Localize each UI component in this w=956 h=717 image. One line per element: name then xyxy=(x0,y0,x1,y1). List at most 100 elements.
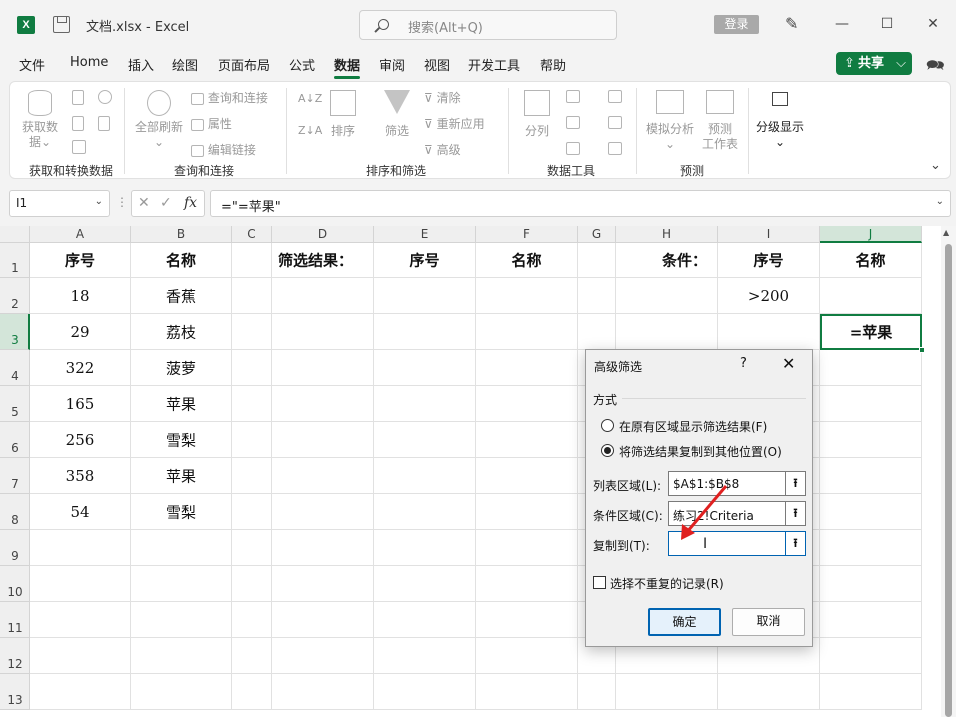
row-header-13[interactable]: 13 xyxy=(0,674,30,710)
cell-i13[interactable] xyxy=(718,674,820,710)
cell-c12[interactable] xyxy=(232,638,272,674)
cancel-icon[interactable]: ✕ xyxy=(138,195,150,211)
properties-button[interactable]: 属性 xyxy=(191,115,232,132)
cell-j6[interactable] xyxy=(820,422,922,458)
cell-f12[interactable] xyxy=(476,638,578,674)
menu-help[interactable]: 帮助 xyxy=(540,55,566,74)
designer-pen-icon[interactable]: ✎ xyxy=(785,15,803,33)
cell-h1[interactable]: 条件： xyxy=(616,243,718,278)
confirm-icon[interactable]: ✓ xyxy=(160,195,172,211)
formula-bar-dots-icon[interactable]: ⋮ xyxy=(116,195,128,209)
row-header-4[interactable]: 4 xyxy=(0,350,30,386)
cell-j1[interactable]: 名称 xyxy=(820,243,922,278)
cell-b3[interactable]: 荔枝 xyxy=(131,314,232,350)
cell-a4[interactable]: 322 xyxy=(30,350,131,386)
cell-d12[interactable] xyxy=(272,638,374,674)
row-header-12[interactable]: 12 xyxy=(0,638,30,674)
scroll-up-icon[interactable]: ▲ xyxy=(943,228,949,237)
cell-f13[interactable] xyxy=(476,674,578,710)
cell-a7[interactable]: 358 xyxy=(30,458,131,494)
fill-handle[interactable] xyxy=(919,347,925,353)
data-validation-icon[interactable] xyxy=(566,142,580,158)
cell-b2[interactable]: 香蕉 xyxy=(131,278,232,314)
row-header-6[interactable]: 6 xyxy=(0,422,30,458)
column-header-e[interactable]: E xyxy=(374,226,476,243)
list-range-collapse-icon[interactable]: ⭱ xyxy=(785,471,806,496)
maximize-button[interactable]: ☐ xyxy=(875,12,899,36)
cell-c1[interactable] xyxy=(232,243,272,278)
menu-formulas[interactable]: 公式 xyxy=(289,55,315,74)
cell-j12[interactable] xyxy=(820,638,922,674)
cell-f1[interactable]: 名称 xyxy=(476,243,578,278)
comments-icon[interactable]: 🗪 xyxy=(926,55,945,74)
cell-f8[interactable] xyxy=(476,494,578,530)
list-range-input[interactable]: $A$1:$B$8 xyxy=(668,471,786,496)
column-header-h[interactable]: H xyxy=(616,226,718,243)
cell-c13[interactable] xyxy=(232,674,272,710)
outline-button[interactable]: 分级显示 ⌄ xyxy=(752,90,808,150)
menu-file[interactable]: 文件 xyxy=(19,55,45,74)
help-button[interactable]: ? xyxy=(740,356,747,371)
radio-copy-to-location[interactable] xyxy=(601,444,614,457)
cell-e10[interactable] xyxy=(374,566,476,602)
data-model-icon[interactable] xyxy=(608,142,622,158)
forecast-sheet-button[interactable]: 预测 工作表 xyxy=(700,90,740,152)
scroll-thumb[interactable] xyxy=(945,244,952,717)
cell-d8[interactable] xyxy=(272,494,374,530)
save-icon[interactable] xyxy=(53,16,70,33)
cell-c4[interactable] xyxy=(232,350,272,386)
recent-sources-icon[interactable] xyxy=(98,90,112,107)
refresh-all-button[interactable]: 全部刷新 ⌄ xyxy=(131,90,187,150)
cell-g3[interactable] xyxy=(578,314,616,350)
menu-view[interactable]: 视图 xyxy=(424,55,450,74)
cell-b9[interactable] xyxy=(131,530,232,566)
column-header-b[interactable]: B xyxy=(131,226,232,243)
clear-filter-button[interactable]: ⊽ 清除 xyxy=(424,89,461,106)
cancel-button[interactable]: 取消 xyxy=(732,608,805,636)
cell-j5[interactable] xyxy=(820,386,922,422)
cell-i3[interactable] xyxy=(718,314,820,350)
what-if-analysis-button[interactable]: 模拟分析 ⌄ xyxy=(644,90,696,152)
from-table-icon[interactable] xyxy=(72,140,86,157)
cell-f2[interactable] xyxy=(476,278,578,314)
cell-e7[interactable] xyxy=(374,458,476,494)
from-text-icon[interactable] xyxy=(72,90,84,108)
row-header-7[interactable]: 7 xyxy=(0,458,30,494)
menu-insert[interactable]: 插入 xyxy=(128,55,154,74)
text-to-columns-button[interactable]: 分列 xyxy=(520,90,554,139)
cell-a1[interactable]: 序号 xyxy=(30,243,131,278)
cell-e1[interactable]: 序号 xyxy=(374,243,476,278)
menu-home[interactable]: Home xyxy=(70,55,108,70)
row-header-11[interactable]: 11 xyxy=(0,602,30,638)
queries-connections-button[interactable]: 查询和连接 xyxy=(191,89,268,106)
radio-filter-in-place[interactable] xyxy=(601,419,614,432)
cell-d13[interactable] xyxy=(272,674,374,710)
cell-e4[interactable] xyxy=(374,350,476,386)
cell-j13[interactable] xyxy=(820,674,922,710)
cell-e5[interactable] xyxy=(374,386,476,422)
select-all-corner[interactable] xyxy=(0,226,30,243)
cell-e3[interactable] xyxy=(374,314,476,350)
remove-duplicates-icon[interactable] xyxy=(566,116,580,132)
column-header-g[interactable]: G xyxy=(578,226,616,243)
column-header-f[interactable]: F xyxy=(476,226,578,243)
cell-e12[interactable] xyxy=(374,638,476,674)
cell-g13[interactable] xyxy=(578,674,616,710)
cell-c2[interactable] xyxy=(232,278,272,314)
cell-a13[interactable] xyxy=(30,674,131,710)
cell-c6[interactable] xyxy=(232,422,272,458)
cell-a10[interactable] xyxy=(30,566,131,602)
menu-draw[interactable]: 绘图 xyxy=(172,55,198,74)
cell-j7[interactable] xyxy=(820,458,922,494)
cell-b12[interactable] xyxy=(131,638,232,674)
consolidate-icon[interactable] xyxy=(608,90,622,106)
row-header-5[interactable]: 5 xyxy=(0,386,30,422)
cell-f10[interactable] xyxy=(476,566,578,602)
cell-d4[interactable] xyxy=(272,350,374,386)
cell-a8[interactable]: 54 xyxy=(30,494,131,530)
cell-d1[interactable]: 筛选结果： xyxy=(272,243,374,278)
existing-connections-icon[interactable] xyxy=(98,116,110,134)
cell-b5[interactable]: 苹果 xyxy=(131,386,232,422)
radio-filter-in-place-label[interactable]: 在原有区域显示筛选结果(F) xyxy=(619,418,767,435)
criteria-range-input[interactable]: 练习2!Criteria xyxy=(668,501,786,526)
